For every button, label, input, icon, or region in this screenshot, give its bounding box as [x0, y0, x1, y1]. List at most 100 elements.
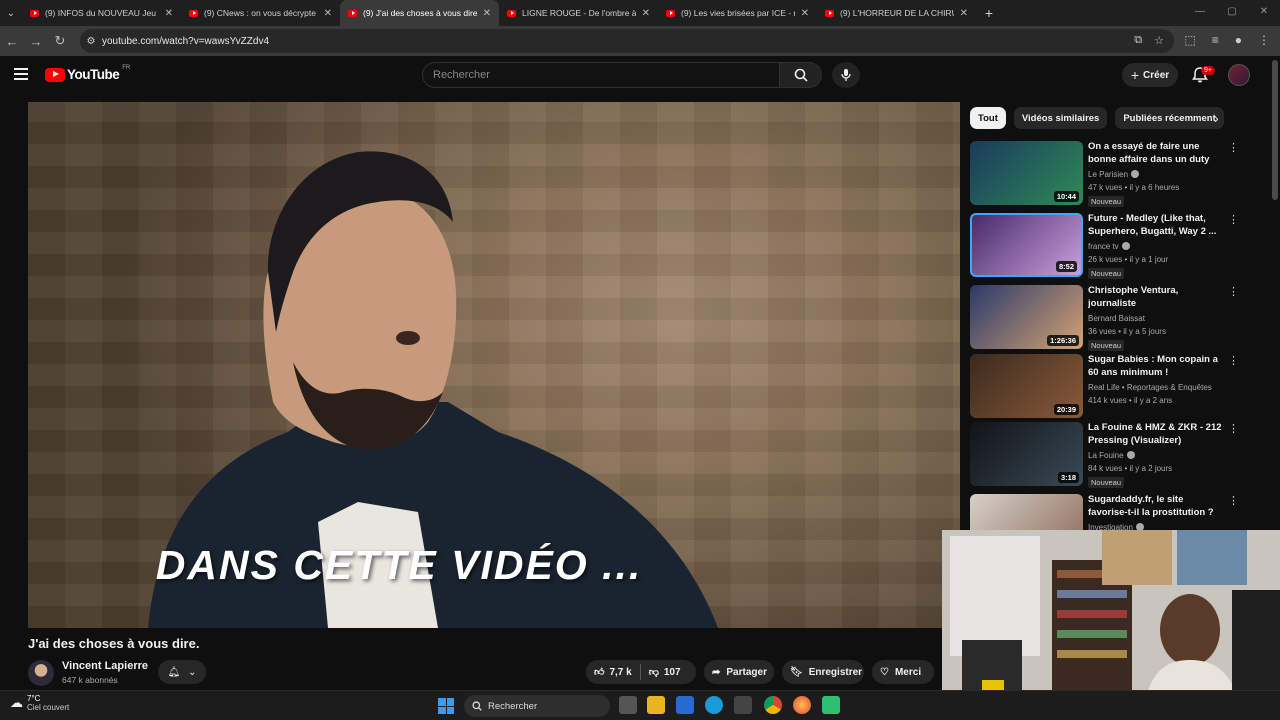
dislike-button[interactable]: 👎︎ 107 [641, 660, 689, 684]
store-icon[interactable] [676, 696, 694, 714]
video-thumbnail[interactable]: 1:26:36 [970, 285, 1083, 349]
address-bar[interactable]: ⚙ youtube.com/watch?v=wawsYvZZdv4 ⧉ ☆ [80, 29, 1174, 53]
more-actions-icon[interactable]: ⋮ [1228, 141, 1239, 154]
more-actions-icon[interactable]: ⋮ [1228, 354, 1239, 367]
close-tab-icon[interactable]: ✕ [642, 8, 650, 19]
media-controls-icon[interactable]: ≡ [1212, 33, 1219, 47]
recommended-title[interactable]: On a essayé de faire une bonne affaire d… [1088, 141, 1222, 167]
recommended-title[interactable]: Christophe Ventura, journaliste [1088, 285, 1222, 310]
site-info-icon[interactable]: ⚙ [80, 36, 102, 47]
search-button[interactable] [780, 62, 822, 88]
close-tab-icon[interactable]: ✕ [483, 8, 491, 19]
close-tab-icon[interactable]: ✕ [324, 8, 332, 19]
recommended-title[interactable]: Sugar Babies : Mon copain a 60 ans minim… [1088, 354, 1222, 379]
back-icon[interactable]: ← [0, 34, 24, 49]
chrome-icon[interactable] [764, 696, 782, 714]
new-tab-button[interactable]: + [976, 5, 1002, 21]
weather-widget[interactable]: ☁ 7°C Ciel couvert [10, 694, 69, 712]
url-text[interactable]: youtube.com/watch?v=wawsYvZZdv4 [102, 36, 269, 47]
recommended-title[interactable]: Sugardaddy.fr, le site favorise-t-il la … [1088, 494, 1222, 519]
thanks-button[interactable]: ♡ Merci [872, 660, 934, 684]
youtube-logo[interactable]: YouTube FR [45, 65, 130, 82]
create-button[interactable]: + Créer [1122, 63, 1178, 87]
browser-tab[interactable]: (9) INFOS du NOUVEAU Jeu DIT ✕ [22, 0, 181, 26]
video-duration: 3:18 [1057, 472, 1079, 483]
voice-search-button[interactable] [832, 62, 860, 88]
more-actions-icon[interactable]: ⋮ [1228, 494, 1239, 507]
video-thumbnail[interactable]: 10:44 [970, 141, 1083, 205]
video-caption-overlay: DANS CETTE VIDÉO ... [155, 542, 643, 588]
reload-icon[interactable]: ↻ [48, 33, 72, 49]
video-duration: 8:52 [1055, 261, 1077, 272]
app-icon[interactable] [822, 696, 840, 714]
save-button[interactable]: 🔖︎ Enregistrer [782, 660, 864, 684]
channel-name[interactable]: Vincent Lapierre [62, 660, 148, 672]
search-box[interactable] [422, 62, 780, 88]
browser-menu-icon[interactable]: ⋮ [1258, 33, 1270, 47]
minimize-icon[interactable]: — [1184, 0, 1216, 26]
browser-tab[interactable]: (9) Les vies brisées par ICE - rep ✕ [658, 0, 817, 26]
video-duration: 20:39 [1053, 404, 1079, 415]
channel-avatar[interactable] [28, 660, 54, 686]
recommended-channel: Le Parisien [1088, 170, 1140, 179]
close-tab-icon[interactable]: ✕ [165, 8, 173, 19]
more-actions-icon[interactable]: ⋮ [1228, 213, 1239, 226]
youtube-favicon-icon [507, 9, 516, 17]
recommended-video[interactable]: 8:52 Future - Medley (Like that, Superher… [970, 213, 1239, 279]
recommended-video[interactable]: 1:26:36 Christophe Ventura, journaliste Be… [970, 285, 1239, 351]
recommended-channel: La Fouine [1088, 451, 1135, 460]
recommended-title[interactable]: Future - Medley (Like that, Superhero, B… [1088, 213, 1222, 238]
account-avatar[interactable] [1228, 64, 1250, 86]
bookmark-star-icon[interactable]: ☆ [1154, 34, 1164, 47]
maximize-icon[interactable]: ▢ [1216, 0, 1248, 26]
video-player[interactable]: DANS CETTE VIDÉO ... [28, 102, 960, 628]
chips-next-chevron-icon[interactable]: › [1214, 110, 1219, 126]
video-thumbnail[interactable]: 3:18 [970, 422, 1083, 486]
like-button[interactable]: 👍︎ 7,7 k [586, 660, 640, 684]
recommended-video[interactable]: 10:44 On a essayé de faire une bonne affa… [970, 141, 1239, 207]
like-dislike-group: 👍︎ 7,7 k 👎︎ 107 [586, 660, 696, 684]
forward-icon[interactable]: → [24, 34, 48, 49]
browser-tab[interactable]: (9) L'HORREUR DE LA CHIRURGI ✕ [817, 0, 976, 26]
close-tab-icon[interactable]: ✕ [960, 8, 968, 19]
search-icon [794, 68, 808, 82]
extensions-icon[interactable]: ⬚ [1184, 33, 1195, 47]
more-actions-icon[interactable]: ⋮ [1228, 285, 1239, 298]
more-actions-icon[interactable]: ⋮ [1228, 422, 1239, 435]
youtube-header: YouTube FR + Créer [0, 56, 1280, 94]
recommended-title[interactable]: La Fouine & HMZ & ZKR - 212 Pressing (Vi… [1088, 422, 1222, 447]
taskbar-search[interactable]: Rechercher [464, 695, 610, 717]
firefox-icon[interactable] [793, 696, 811, 714]
tab-search-chevron-icon[interactable]: ⌄ [0, 0, 22, 26]
recommended-video[interactable]: 3:18 La Fouine & HMZ & ZKR - 212 Pressing… [970, 422, 1239, 488]
chip-filter[interactable]: Tout [970, 107, 1006, 129]
task-view-icon[interactable] [619, 696, 637, 714]
edge-icon[interactable] [705, 696, 723, 714]
recommended-video[interactable]: 20:39 Sugar Babies : Mon copain a 60 ans … [970, 354, 1239, 420]
subscription-notifications-button[interactable]: 🔔︎ ⌄ [158, 660, 206, 684]
browser-tab[interactable]: (9) J'ai des choses à vous dire. ✕ [340, 0, 499, 26]
microsoft-store-icon[interactable] [734, 696, 752, 714]
menu-icon[interactable] [14, 68, 28, 80]
video-thumbnail[interactable]: 20:39 [970, 354, 1083, 418]
save-label: Enregistrer [808, 666, 863, 678]
share-label: Partager [726, 666, 767, 678]
profile-icon[interactable]: ● [1235, 33, 1242, 47]
close-window-icon[interactable]: ✕ [1248, 0, 1280, 26]
windows-start-icon[interactable] [438, 698, 454, 714]
chevron-down-icon: ⌄ [188, 666, 197, 678]
verified-check-icon [1126, 451, 1135, 459]
file-explorer-icon[interactable] [647, 696, 665, 714]
close-tab-icon[interactable]: ✕ [801, 8, 809, 19]
browser-tab[interactable]: (9) CNews : on vous décrypte la ✕ [181, 0, 340, 26]
tab-title: (9) J'ai des choses à vous dire. [363, 8, 477, 18]
browser-tab[interactable]: LIGNE ROUGE - De l'ombre à la l ✕ [499, 0, 658, 26]
share-button[interactable]: ➦ Partager [704, 660, 774, 684]
chip-filter[interactable]: Publiées récemment [1115, 107, 1224, 129]
install-app-icon[interactable]: ⧉ [1134, 34, 1142, 47]
video-thumbnail[interactable]: 8:52 [970, 213, 1083, 277]
chip-filter[interactable]: Vidéos similaires [1013, 107, 1108, 129]
search-input[interactable] [423, 63, 779, 87]
page-scrollbar[interactable] [1272, 60, 1278, 200]
recommended-channel: Real Life • Reportages & Enquêtes [1088, 383, 1212, 392]
